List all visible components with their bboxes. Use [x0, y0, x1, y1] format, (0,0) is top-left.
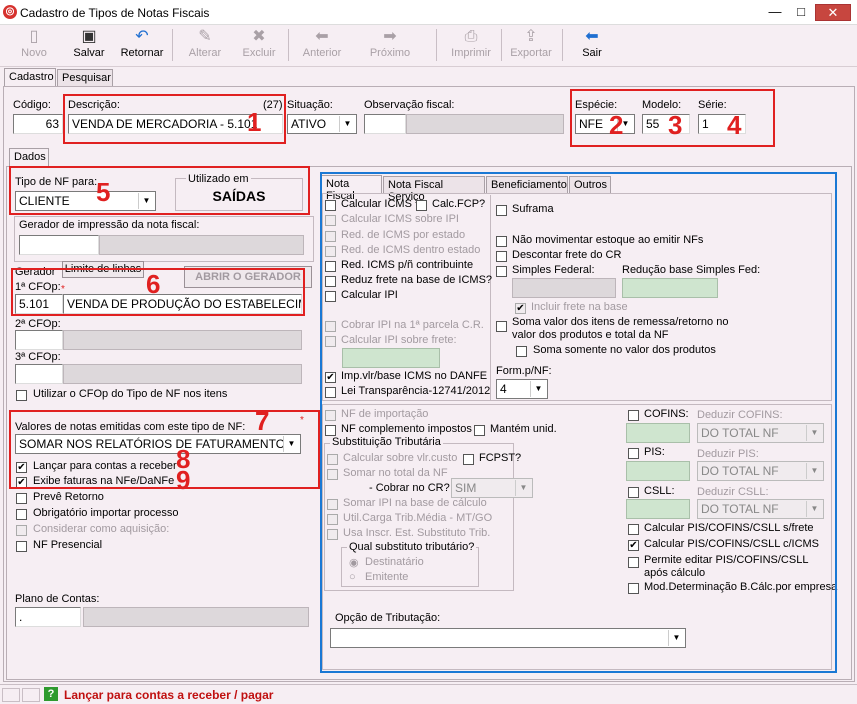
maximize-button[interactable]: □	[788, 4, 814, 21]
sair-button[interactable]: ⬅ Sair	[568, 27, 616, 63]
utilizar-cfop-label: Utilizar o CFOp do Tipo de NF nos itens	[33, 388, 228, 400]
cfop2-desc-field	[63, 330, 302, 350]
status-text: Lançar para contas a receber / pagar	[64, 688, 274, 702]
plano-contas-label: Plano de Contas:	[15, 593, 100, 605]
utilizar-cfop-checkbox[interactable]	[16, 390, 27, 401]
obs-fiscal-desc-field	[406, 114, 564, 134]
cfop3-code-field[interactable]	[15, 364, 63, 384]
annotation-number-2: 2	[609, 110, 624, 140]
plano-contas-code-field[interactable]: .	[15, 607, 81, 627]
obrigatorio-label: Obrigatório importar processo	[33, 507, 179, 519]
edit-icon: ✎	[198, 28, 212, 45]
cfop3-desc-field	[63, 364, 302, 384]
cfop3-label: 3ª CFOp:	[15, 351, 61, 363]
obs-fiscal-code-field[interactable]	[364, 114, 406, 134]
status-bar: ? Lançar para contas a receber / pagar	[0, 684, 857, 704]
codigo-label: Código:	[13, 99, 51, 111]
printer-icon: ⎙	[464, 28, 478, 45]
proximo-button[interactable]: ➡ Próximo	[364, 27, 416, 63]
cfop2-code-field[interactable]	[15, 330, 63, 350]
plano-contas-desc-field	[83, 607, 309, 627]
nf-presencial-label: NF Presencial	[33, 539, 103, 551]
excluir-button[interactable]: ✖ Excluir	[235, 27, 283, 63]
chevron-down-icon: ▼	[339, 116, 355, 132]
retornar-button[interactable]: ↶ Retornar	[118, 27, 166, 63]
exit-arrow-icon: ⬅	[585, 28, 599, 45]
toolbar: ▯ Novo ▣ Salvar ↶ Retornar ✎ Alterar ✖ Exclui…	[0, 25, 857, 67]
obs-fiscal-label: Observação fiscal:	[364, 99, 455, 111]
obrigatorio-checkbox[interactable]	[16, 509, 27, 520]
close-button[interactable]: ✕	[815, 4, 851, 21]
toolbar-separator	[562, 29, 563, 61]
annotation-number-1: 1	[247, 107, 262, 137]
anterior-button[interactable]: ⬅ Anterior	[296, 27, 348, 63]
exportar-button[interactable]: ⇪ Exportar	[505, 27, 557, 63]
salvar-button[interactable]: ▣ Salvar	[65, 27, 113, 63]
export-icon: ⇪	[524, 28, 538, 45]
toolbar-separator	[501, 29, 502, 61]
toolbar-separator	[436, 29, 437, 61]
status-cell	[22, 688, 40, 702]
help-icon: ?	[44, 687, 58, 701]
situacao-select[interactable]: ATIVO ▼	[287, 114, 357, 134]
toolbar-separator	[288, 29, 289, 61]
imprimir-button[interactable]: ⎙ Imprimir	[445, 27, 497, 63]
annotation-number-4: 4	[727, 110, 742, 140]
minimize-button[interactable]: —	[762, 4, 788, 21]
annotation-number-6: 6	[146, 269, 161, 299]
preve-retorno-label: Prevê Retorno	[33, 491, 104, 503]
cfop2-label: 2ª CFOp:	[15, 318, 61, 330]
novo-button[interactable]: ▯ Novo	[10, 27, 58, 63]
toolbar-separator	[172, 29, 173, 61]
considerar-label: Considerar como aquisição:	[33, 523, 170, 535]
nf-presencial-checkbox[interactable]	[16, 541, 27, 552]
window-title: Cadastro de Tipos de Notas Fiscais	[20, 6, 210, 20]
tab-dados[interactable]: Dados	[9, 148, 49, 166]
annotation-number-9: 9	[176, 465, 191, 495]
app-icon: ◎	[3, 5, 17, 19]
gerador-label: Gerador de impressão da nota fiscal:	[19, 219, 200, 231]
annotation-number-5: 5	[96, 177, 111, 207]
preve-retorno-checkbox[interactable]	[16, 493, 27, 504]
new-doc-icon: ▯	[29, 28, 39, 45]
annotation-box-5	[9, 166, 310, 215]
arrow-right-icon: ➡	[383, 28, 397, 45]
status-cell	[2, 688, 20, 702]
arrow-left-icon: ⬅	[315, 28, 329, 45]
alterar-button[interactable]: ✎ Alterar	[181, 27, 229, 63]
save-icon: ▣	[81, 28, 97, 45]
annotation-number-3: 3	[668, 110, 683, 140]
title-bar: ◎ Cadastro de Tipos de Notas Fiscais — □…	[0, 0, 857, 25]
codigo-field[interactable]: 63	[13, 114, 63, 134]
tab-pesquisar[interactable]: Pesquisar	[57, 69, 113, 87]
undo-icon: ↶	[135, 28, 149, 45]
annotation-number-7: 7	[255, 406, 270, 436]
delete-icon: ✖	[252, 28, 266, 45]
gerador-code-field[interactable]	[19, 235, 99, 255]
annotation-box-blue	[320, 172, 837, 673]
annotation-box-7-9	[9, 410, 320, 489]
tab-cadastro[interactable]: Cadastro	[4, 68, 56, 86]
situacao-label: Situação:	[287, 99, 333, 111]
gerador-desc-field	[99, 235, 304, 255]
considerar-checkbox[interactable]	[16, 525, 27, 536]
